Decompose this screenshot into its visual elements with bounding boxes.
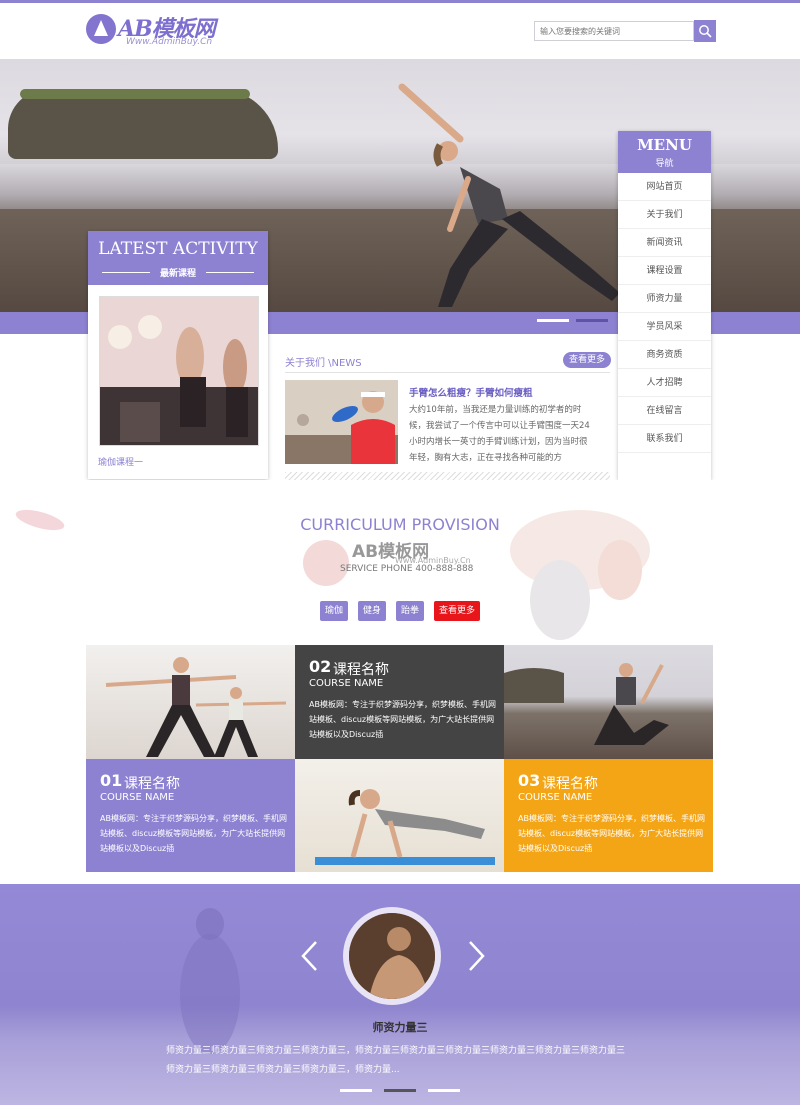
course-more-button[interactable]: 查看更多 [434, 601, 480, 621]
course-3-card[interactable]: 03 课程名称 COURSE NAME AB模板网：专注于织梦源码分享，织梦模板… [504, 759, 713, 872]
teacher-description: 师资力量三师资力量三师资力量三师资力量三，师资力量三师资力量三师资力量三师资力量… [166, 1046, 626, 1075]
course-2-text: AB模板网：专注于织梦源码分享，织梦模板、手机网站模板、discuz模板等网站模… [309, 700, 496, 739]
course-2-name: 课程名称 [333, 662, 389, 678]
news-image-figure [285, 380, 398, 464]
course-2-en: COURSE NAME [309, 678, 384, 689]
teacher-name[interactable]: 师资力量三 [0, 1019, 800, 1035]
curriculum-bg-figure [510, 510, 650, 640]
menu-item-message[interactable]: 在线留言 [618, 397, 711, 425]
course-2-image[interactable] [295, 759, 504, 872]
divider [285, 372, 610, 373]
side-menu-title: MENU [637, 136, 692, 154]
latest-activity-panel: LATEST ACTIVITY 最新课程 瑜伽课程一 [88, 231, 268, 479]
course-2-figure [315, 789, 495, 865]
curriculum-title: CURRICULUM PROVISION [300, 515, 500, 534]
course-1-card[interactable]: 01 课程名称 COURSE NAME AB模板网：专注于织梦源码分享，织梦模板… [86, 759, 295, 872]
course-3-name: 课程名称 [542, 776, 598, 792]
watermark-logo-icon [303, 540, 349, 586]
hero-island [8, 89, 278, 159]
menu-item-students[interactable]: 学员风采 [618, 313, 711, 341]
hero-island-grass [20, 89, 250, 99]
course-1-number: 01 [100, 771, 123, 790]
teacher-avatar-figure [349, 913, 435, 999]
activity-image[interactable] [99, 296, 259, 446]
teacher-avatar[interactable] [349, 913, 435, 999]
menu-item-contact[interactable]: 联系我们 [618, 425, 711, 453]
course-1-text: AB模板网：专注于织梦源码分享，织梦模板、手机网站模板、discuz模板等网站模… [100, 814, 287, 853]
hero-yoga-figure [398, 83, 620, 307]
course-2-card[interactable]: 02 课程名称 COURSE NAME AB模板网：专注于织梦源码分享，织梦模板… [295, 645, 504, 759]
course-3-text: AB模板网：专注于织梦源码分享，织梦模板、手机网站模板、discuz模板等网站模… [518, 814, 705, 853]
news-image[interactable] [285, 380, 398, 464]
course-3-figures [504, 663, 669, 745]
course-filter-taekwondo[interactable]: 跆拳 [396, 601, 424, 621]
course-filter-fitness[interactable]: 健身 [358, 601, 386, 621]
logo-subtitle: Www.AdminBuy.Cn [126, 37, 213, 47]
logo-icon[interactable] [86, 14, 116, 44]
course-1-en: COURSE NAME [100, 792, 175, 803]
news-body: 大约10年前，当我还是力量训练的初学者的时候，我尝试了一个传言中可以让手臂围度一… [409, 405, 590, 463]
search-button[interactable] [694, 20, 716, 42]
hero-slide-dot-1[interactable] [537, 319, 569, 322]
menu-item-about[interactable]: 关于我们 [618, 201, 711, 229]
news-more-button[interactable]: 查看更多 [563, 352, 611, 368]
search-icon [699, 25, 712, 38]
hero-slide-dot-2[interactable] [576, 319, 608, 322]
prev-arrow-icon[interactable] [300, 940, 318, 972]
activity-caption[interactable]: 瑜伽课程一 [98, 455, 143, 468]
latest-activity-title: LATEST ACTIVITY [98, 239, 258, 259]
teacher-slide-dot-3[interactable] [428, 1089, 460, 1092]
side-menu-subtitle: 导航 [655, 159, 674, 169]
menu-item-teachers[interactable]: 师资力量 [618, 285, 711, 313]
course-3-en: COURSE NAME [518, 792, 593, 803]
course-3-image[interactable] [504, 645, 713, 759]
side-menu: MENU 导航 网站首页 关于我们 新闻资讯 课程设置 师资力量 学员风采 商务… [618, 131, 711, 480]
menu-item-home[interactable]: 网站首页 [618, 173, 711, 201]
course-2-number: 02 [309, 657, 332, 676]
course-filter-yoga[interactable]: 瑜伽 [320, 601, 348, 621]
teacher-slide-dot-2[interactable] [384, 1089, 416, 1092]
news-hatch-divider [285, 472, 610, 480]
news-title[interactable]: 手臂怎么粗瘦？手臂如何瘦粗 [409, 385, 533, 399]
service-phone: SERVICE PHONE 400-888-888 [340, 564, 474, 574]
menu-item-jobs[interactable]: 人才招聘 [618, 369, 711, 397]
divider [206, 272, 254, 273]
activity-image-figures [100, 297, 258, 445]
teacher-slide-dot-1[interactable] [340, 1089, 372, 1092]
next-arrow-icon[interactable] [468, 940, 486, 972]
course-3-number: 03 [518, 771, 541, 790]
search-input[interactable] [534, 21, 694, 41]
menu-item-news[interactable]: 新闻资讯 [618, 229, 711, 257]
menu-item-courses[interactable]: 课程设置 [618, 257, 711, 285]
course-1-image[interactable] [86, 645, 295, 759]
course-1-figures [105, 657, 287, 757]
menu-item-credentials[interactable]: 商务资质 [618, 341, 711, 369]
news-section-label: 关于我们 \NEWS [285, 358, 362, 369]
course-1-name: 课程名称 [124, 776, 180, 792]
